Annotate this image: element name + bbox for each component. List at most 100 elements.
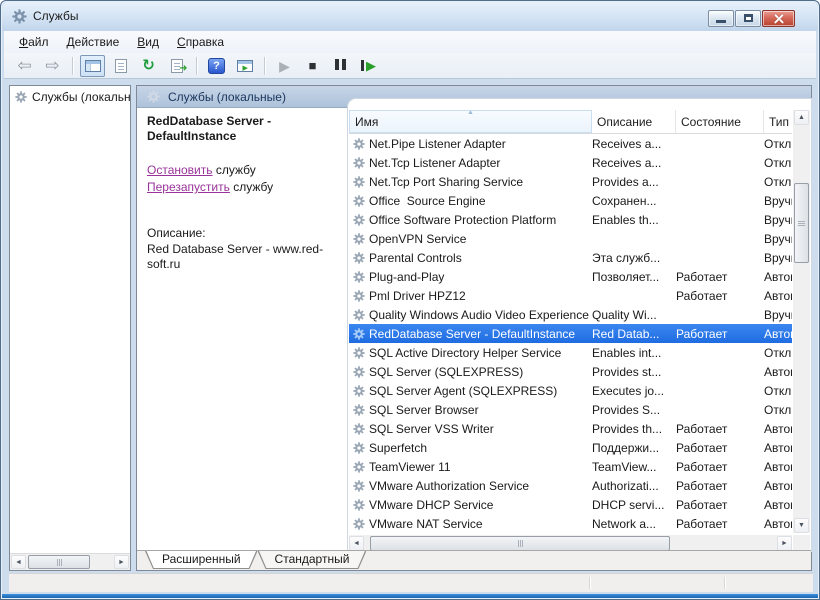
properties-button[interactable]: [108, 55, 133, 77]
service-status: Работает: [676, 460, 764, 474]
service-description: Enables int...: [592, 346, 676, 360]
help-button[interactable]: ?: [204, 55, 229, 77]
scroll-right-icon[interactable]: ►: [777, 536, 792, 551]
statusbar-divider: [589, 577, 590, 589]
column-header-description[interactable]: Описание: [592, 110, 676, 133]
service-description: Authorizati...: [592, 479, 676, 493]
menu-file[interactable]: Файл: [10, 33, 58, 51]
scrollbar-thumb[interactable]: [794, 183, 809, 263]
restart-service-link[interactable]: Перезапустить: [147, 180, 230, 194]
table-row[interactable]: SQL Server (SQLEXPRESS) Provides st... А…: [349, 362, 792, 381]
tree-item-services-local[interactable]: Службы (локальные): [10, 86, 130, 106]
service-status: Работает: [676, 270, 764, 284]
menu-help[interactable]: Справка: [168, 33, 233, 51]
tab-standard[interactable]: Стандартный: [258, 551, 367, 569]
service-name: VMware DHCP Service: [369, 498, 592, 512]
table-row[interactable]: Office Software Protection Platform Enab…: [349, 210, 792, 229]
extended-view-button[interactable]: ▶: [232, 55, 257, 77]
scroll-up-icon[interactable]: ▲: [794, 110, 809, 125]
forward-button[interactable]: ⇨: [40, 55, 65, 77]
service-rows: Net.Pipe Listener Adapter Receives a... …: [349, 134, 792, 533]
scroll-down-icon[interactable]: ▼: [794, 518, 809, 533]
table-row[interactable]: SQL Server VSS Writer Provides th... Раб…: [349, 419, 792, 438]
scroll-left-icon[interactable]: ◄: [11, 555, 26, 569]
show-console-tree-button[interactable]: [80, 55, 105, 77]
table-row[interactable]: RedDatabase Server - DefaultInstance Red…: [349, 324, 792, 343]
service-name: Office Source Engine: [369, 194, 592, 208]
table-row[interactable]: SQL Active Directory Helper Service Enab…: [349, 343, 792, 362]
table-row[interactable]: Superfetch Поддержи... Работает Автомати…: [349, 438, 792, 457]
service-description: Receives a...: [592, 137, 676, 151]
services-node-icon: [15, 91, 27, 103]
table-row[interactable]: TeamViewer 11 TeamView... Работает Автом…: [349, 457, 792, 476]
table-row[interactable]: SQL Server Browser Provides S... Отключе…: [349, 400, 792, 419]
tree-horizontal-scrollbar[interactable]: ◄ ►: [10, 553, 130, 570]
column-header-status[interactable]: Состояние: [676, 110, 764, 133]
column-header-startup-type[interactable]: Тип запуска: [764, 110, 792, 133]
service-detail-pane: RedDatabase Server - DefaultInstance Ост…: [147, 114, 339, 144]
minimize-icon: [716, 20, 726, 23]
menu-action[interactable]: Действие: [58, 33, 129, 51]
service-name: SQL Server Agent (SQLEXPRESS): [369, 384, 592, 398]
table-row[interactable]: OpenVPN Service Вручную: [349, 229, 792, 248]
scrollbar-thumb[interactable]: [28, 555, 90, 569]
table-row[interactable]: Quality Windows Audio Video Experience Q…: [349, 305, 792, 324]
minimize-button[interactable]: [708, 10, 734, 27]
sort-ascending-icon: ▲: [467, 110, 474, 116]
view-tabs: Расширенный Стандартный: [137, 550, 811, 570]
column-header-row: ▲ Имя Описание Состояние Тип запуска: [349, 110, 792, 134]
table-row[interactable]: Parental Controls Эта служб... Вручную: [349, 248, 792, 267]
table-row[interactable]: Net.Tcp Listener Adapter Receives a... О…: [349, 153, 792, 172]
service-description: Provides a...: [592, 175, 676, 189]
service-description: Executes jo...: [592, 384, 676, 398]
description-label: Описание:: [147, 226, 206, 240]
extended-view-icon: ▶: [237, 60, 253, 72]
service-gear-icon: [353, 404, 365, 416]
service-startup-type: Автоматически: [764, 441, 792, 455]
restart-service-button[interactable]: ▶: [356, 55, 381, 77]
close-button[interactable]: [762, 10, 795, 27]
service-startup-type: Вручную: [764, 308, 792, 322]
description-text: Red Database Server - www.red-soft.ru: [147, 242, 329, 272]
service-description: DHCP servi...: [592, 498, 676, 512]
stop-service-link[interactable]: Остановить: [147, 163, 213, 177]
scroll-right-icon[interactable]: ►: [114, 555, 129, 569]
column-header-name[interactable]: ▲ Имя: [349, 110, 592, 133]
properties-icon: [115, 59, 127, 73]
pause-service-button[interactable]: [328, 55, 353, 77]
services-window: Службы Файл Действие Вид Справка ⇦ ⇨ ↻ ➜…: [0, 0, 820, 600]
scrollbar-thumb[interactable]: [370, 536, 670, 551]
start-service-button[interactable]: ▶: [272, 55, 297, 77]
start-service-icon: ▶: [279, 59, 290, 73]
service-name: SQL Server Browser: [369, 403, 592, 417]
table-row[interactable]: Net.Pipe Listener Adapter Receives a... …: [349, 134, 792, 153]
service-name: SQL Server (SQLEXPRESS): [369, 365, 592, 379]
service-name: SQL Server VSS Writer: [369, 422, 592, 436]
scroll-left-icon[interactable]: ◄: [349, 536, 364, 551]
stop-service-button[interactable]: ■: [300, 55, 325, 77]
statusbar-divider: [724, 577, 725, 589]
menu-view[interactable]: Вид: [128, 33, 168, 51]
export-list-button[interactable]: ➜: [164, 55, 189, 77]
table-row[interactable]: VMware DHCP Service DHCP servi... Работа…: [349, 495, 792, 514]
toolbar-separator: [72, 57, 73, 75]
table-row[interactable]: VMware NAT Service Network a... Работает…: [349, 514, 792, 533]
list-vertical-scrollbar[interactable]: ▲ ▼: [793, 110, 810, 533]
services-app-icon: [12, 9, 27, 24]
service-gear-icon: [353, 518, 365, 530]
tab-extended[interactable]: Расширенный: [145, 551, 258, 569]
table-row[interactable]: Plug-and-Play Позволяет... Работает Авто…: [349, 267, 792, 286]
title-bar[interactable]: Службы: [2, 2, 818, 31]
help-icon: ?: [208, 58, 225, 74]
table-row[interactable]: VMware Authorization Service Authorizati…: [349, 476, 792, 495]
maximize-button[interactable]: [735, 10, 761, 27]
refresh-button[interactable]: ↻: [136, 55, 161, 77]
service-startup-type: Автоматически: [764, 460, 792, 474]
table-row[interactable]: Pml Driver HPZ12 Работает Автоматически: [349, 286, 792, 305]
table-row[interactable]: SQL Server Agent (SQLEXPRESS) Executes j…: [349, 381, 792, 400]
service-gear-icon: [353, 480, 365, 492]
back-button[interactable]: ⇦: [12, 55, 37, 77]
table-row[interactable]: Net.Tcp Port Sharing Service Provides a.…: [349, 172, 792, 191]
service-status: Работает: [676, 327, 764, 341]
table-row[interactable]: Office Source Engine Сохранен... Вручную: [349, 191, 792, 210]
